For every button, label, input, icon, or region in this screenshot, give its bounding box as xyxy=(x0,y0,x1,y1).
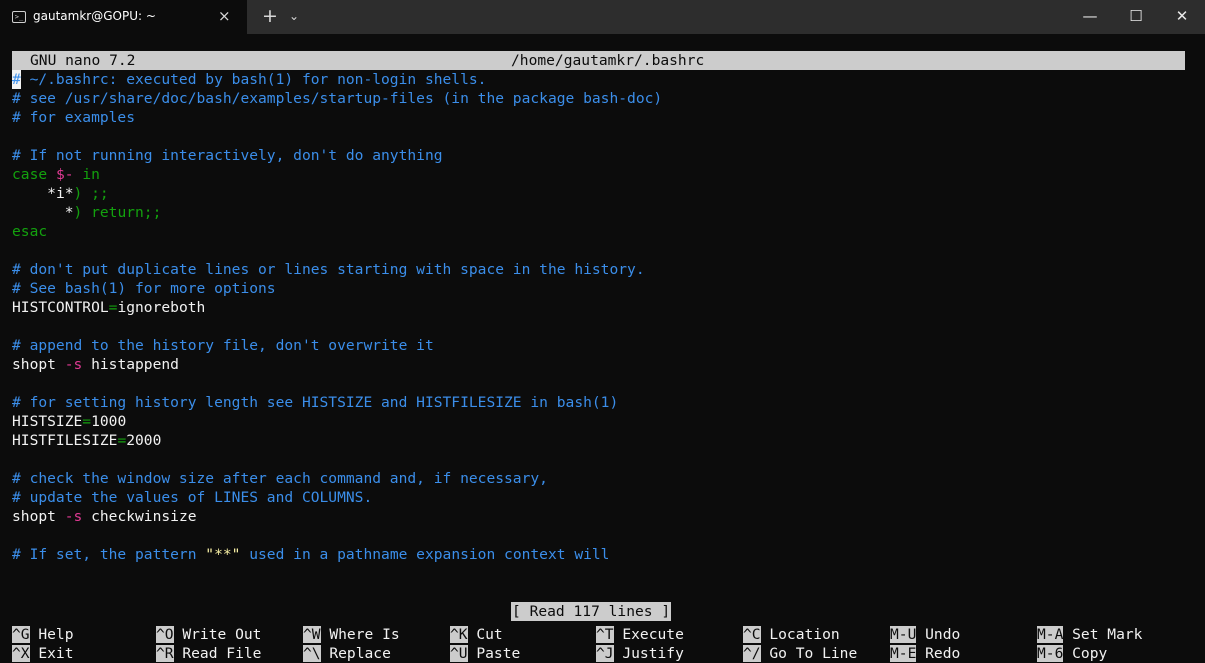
shortcut-key: ^T xyxy=(596,626,614,643)
shortcut-label: Where Is xyxy=(320,626,400,643)
editor-line: shopt -s checkwinsize xyxy=(12,508,197,525)
editor-line: # don't put duplicate lines or lines sta… xyxy=(12,261,645,278)
shortcut-label: Read File xyxy=(173,645,262,662)
shortcut-go-to-line[interactable]: ^/ Go To Line xyxy=(743,644,857,663)
shortcut-paste[interactable]: ^U Paste xyxy=(450,644,520,663)
status-message: [ Read 117 lines ] xyxy=(511,602,672,621)
shortcut-redo[interactable]: M-E Redo xyxy=(890,644,960,663)
close-tab-icon[interactable]: × xyxy=(218,7,231,25)
shortcut-key: ^J xyxy=(596,645,614,662)
shortcut-label: Set Mark xyxy=(1063,626,1143,643)
shortcut-key: ^/ xyxy=(743,645,761,662)
shortcut-label: Paste xyxy=(467,645,521,662)
editor-line: HISTSIZE=1000 xyxy=(12,413,127,430)
editor-line: # See bash(1) for more options xyxy=(12,280,276,297)
editor-line: # If set, the pattern "**" used in a pat… xyxy=(12,546,610,563)
editor-line: HISTCONTROL=ignoreboth xyxy=(12,299,206,316)
shortcut-key: ^\ xyxy=(303,645,321,662)
shortcut-set-mark[interactable]: M-A Set Mark xyxy=(1037,625,1142,644)
editor-line: esac xyxy=(12,223,48,240)
tab-title: gautamkr@GOPU: ~ xyxy=(33,9,156,23)
shortcut-key: ^C xyxy=(743,626,761,643)
editor-line: *) return;; xyxy=(64,204,162,221)
shortcut-label: Execute xyxy=(613,626,684,643)
maximize-button[interactable]: ☐ xyxy=(1113,0,1159,34)
shortcut-undo[interactable]: M-U Undo xyxy=(890,625,960,644)
shortcut-label: Help xyxy=(29,626,74,643)
nano-version: GNU nano 7.2 xyxy=(30,52,136,69)
shortcut-key: ^O xyxy=(156,626,174,643)
editor-line: # If not running interactively, don't do… xyxy=(12,147,443,164)
terminal-icon: >_ xyxy=(12,11,26,23)
shortcut-where-is[interactable]: ^W Where Is xyxy=(303,625,400,644)
shortcut-location[interactable]: ^C Location xyxy=(743,625,840,644)
shortcut-label: Go To Line xyxy=(760,645,858,662)
shortcut-read-file[interactable]: ^R Read File xyxy=(156,644,261,663)
editor-line: # for examples xyxy=(12,109,136,126)
shortcut-label: Undo xyxy=(916,626,961,643)
shortcut-exit[interactable]: ^X Exit xyxy=(12,644,74,663)
shortcut-key: M-E xyxy=(890,645,917,662)
editor-line: *i*) ;; xyxy=(47,185,109,202)
shortcut-key: ^G xyxy=(12,626,30,643)
editor-line: # append to the history file, don't over… xyxy=(12,337,434,354)
shortcut-label: Replace xyxy=(320,645,391,662)
shortcut-label: Location xyxy=(760,626,840,643)
shortcut-execute[interactable]: ^T Execute xyxy=(596,625,684,644)
terminal-tab[interactable]: >_ gautamkr@GOPU: ~ × xyxy=(0,0,247,34)
shortcut-help[interactable]: ^G Help xyxy=(12,625,74,644)
editor-line: # update the values of LINES and COLUMNS… xyxy=(12,489,373,506)
chevron-down-icon[interactable]: ⌄ xyxy=(289,9,299,23)
shortcut-key: ^R xyxy=(156,645,174,662)
window-titlebar: >_ gautamkr@GOPU: ~ × + ⌄ — ☐ ✕ xyxy=(0,0,1205,34)
shortcut-write-out[interactable]: ^O Write Out xyxy=(156,625,261,644)
editor-line: # check the window size after each comma… xyxy=(12,470,548,487)
file-path: /home/gautamkr/.bashrc xyxy=(511,52,705,69)
shortcut-key: ^U xyxy=(450,645,468,662)
minimize-button[interactable]: — xyxy=(1067,0,1113,34)
shortcut-label: Write Out xyxy=(173,626,262,643)
shortcut-copy[interactable]: M-6 Copy xyxy=(1037,644,1107,663)
shortcut-key: ^X xyxy=(12,645,30,662)
editor-line: # ~/.bashrc: executed by bash(1) for non… xyxy=(12,71,487,88)
shortcut-key: ^K xyxy=(450,626,468,643)
editor-line: HISTFILESIZE=2000 xyxy=(12,432,162,449)
shortcut-label: Cut xyxy=(467,626,503,643)
shortcut-key: ^W xyxy=(303,626,321,643)
editor-line: # for setting history length see HISTSIZ… xyxy=(12,394,619,411)
new-tab-button[interactable]: + xyxy=(262,5,278,27)
shortcut-label: Exit xyxy=(29,645,74,662)
shortcut-replace[interactable]: ^\ Replace xyxy=(303,644,391,663)
editor-line: case $- in xyxy=(12,166,100,183)
shortcut-key: M-U xyxy=(890,626,917,643)
shortcut-key: M-6 xyxy=(1037,645,1064,662)
close-window-button[interactable]: ✕ xyxy=(1159,0,1205,34)
shortcut-label: Copy xyxy=(1063,645,1108,662)
shortcut-justify[interactable]: ^J Justify xyxy=(596,644,684,663)
shortcut-label: Justify xyxy=(613,645,684,662)
shortcut-key: M-A xyxy=(1037,626,1064,643)
editor-line: # see /usr/share/doc/bash/examples/start… xyxy=(12,90,663,107)
shortcut-label: Redo xyxy=(916,645,961,662)
editor-line: shopt -s histappend xyxy=(12,356,179,373)
shortcut-cut[interactable]: ^K Cut xyxy=(450,625,503,644)
